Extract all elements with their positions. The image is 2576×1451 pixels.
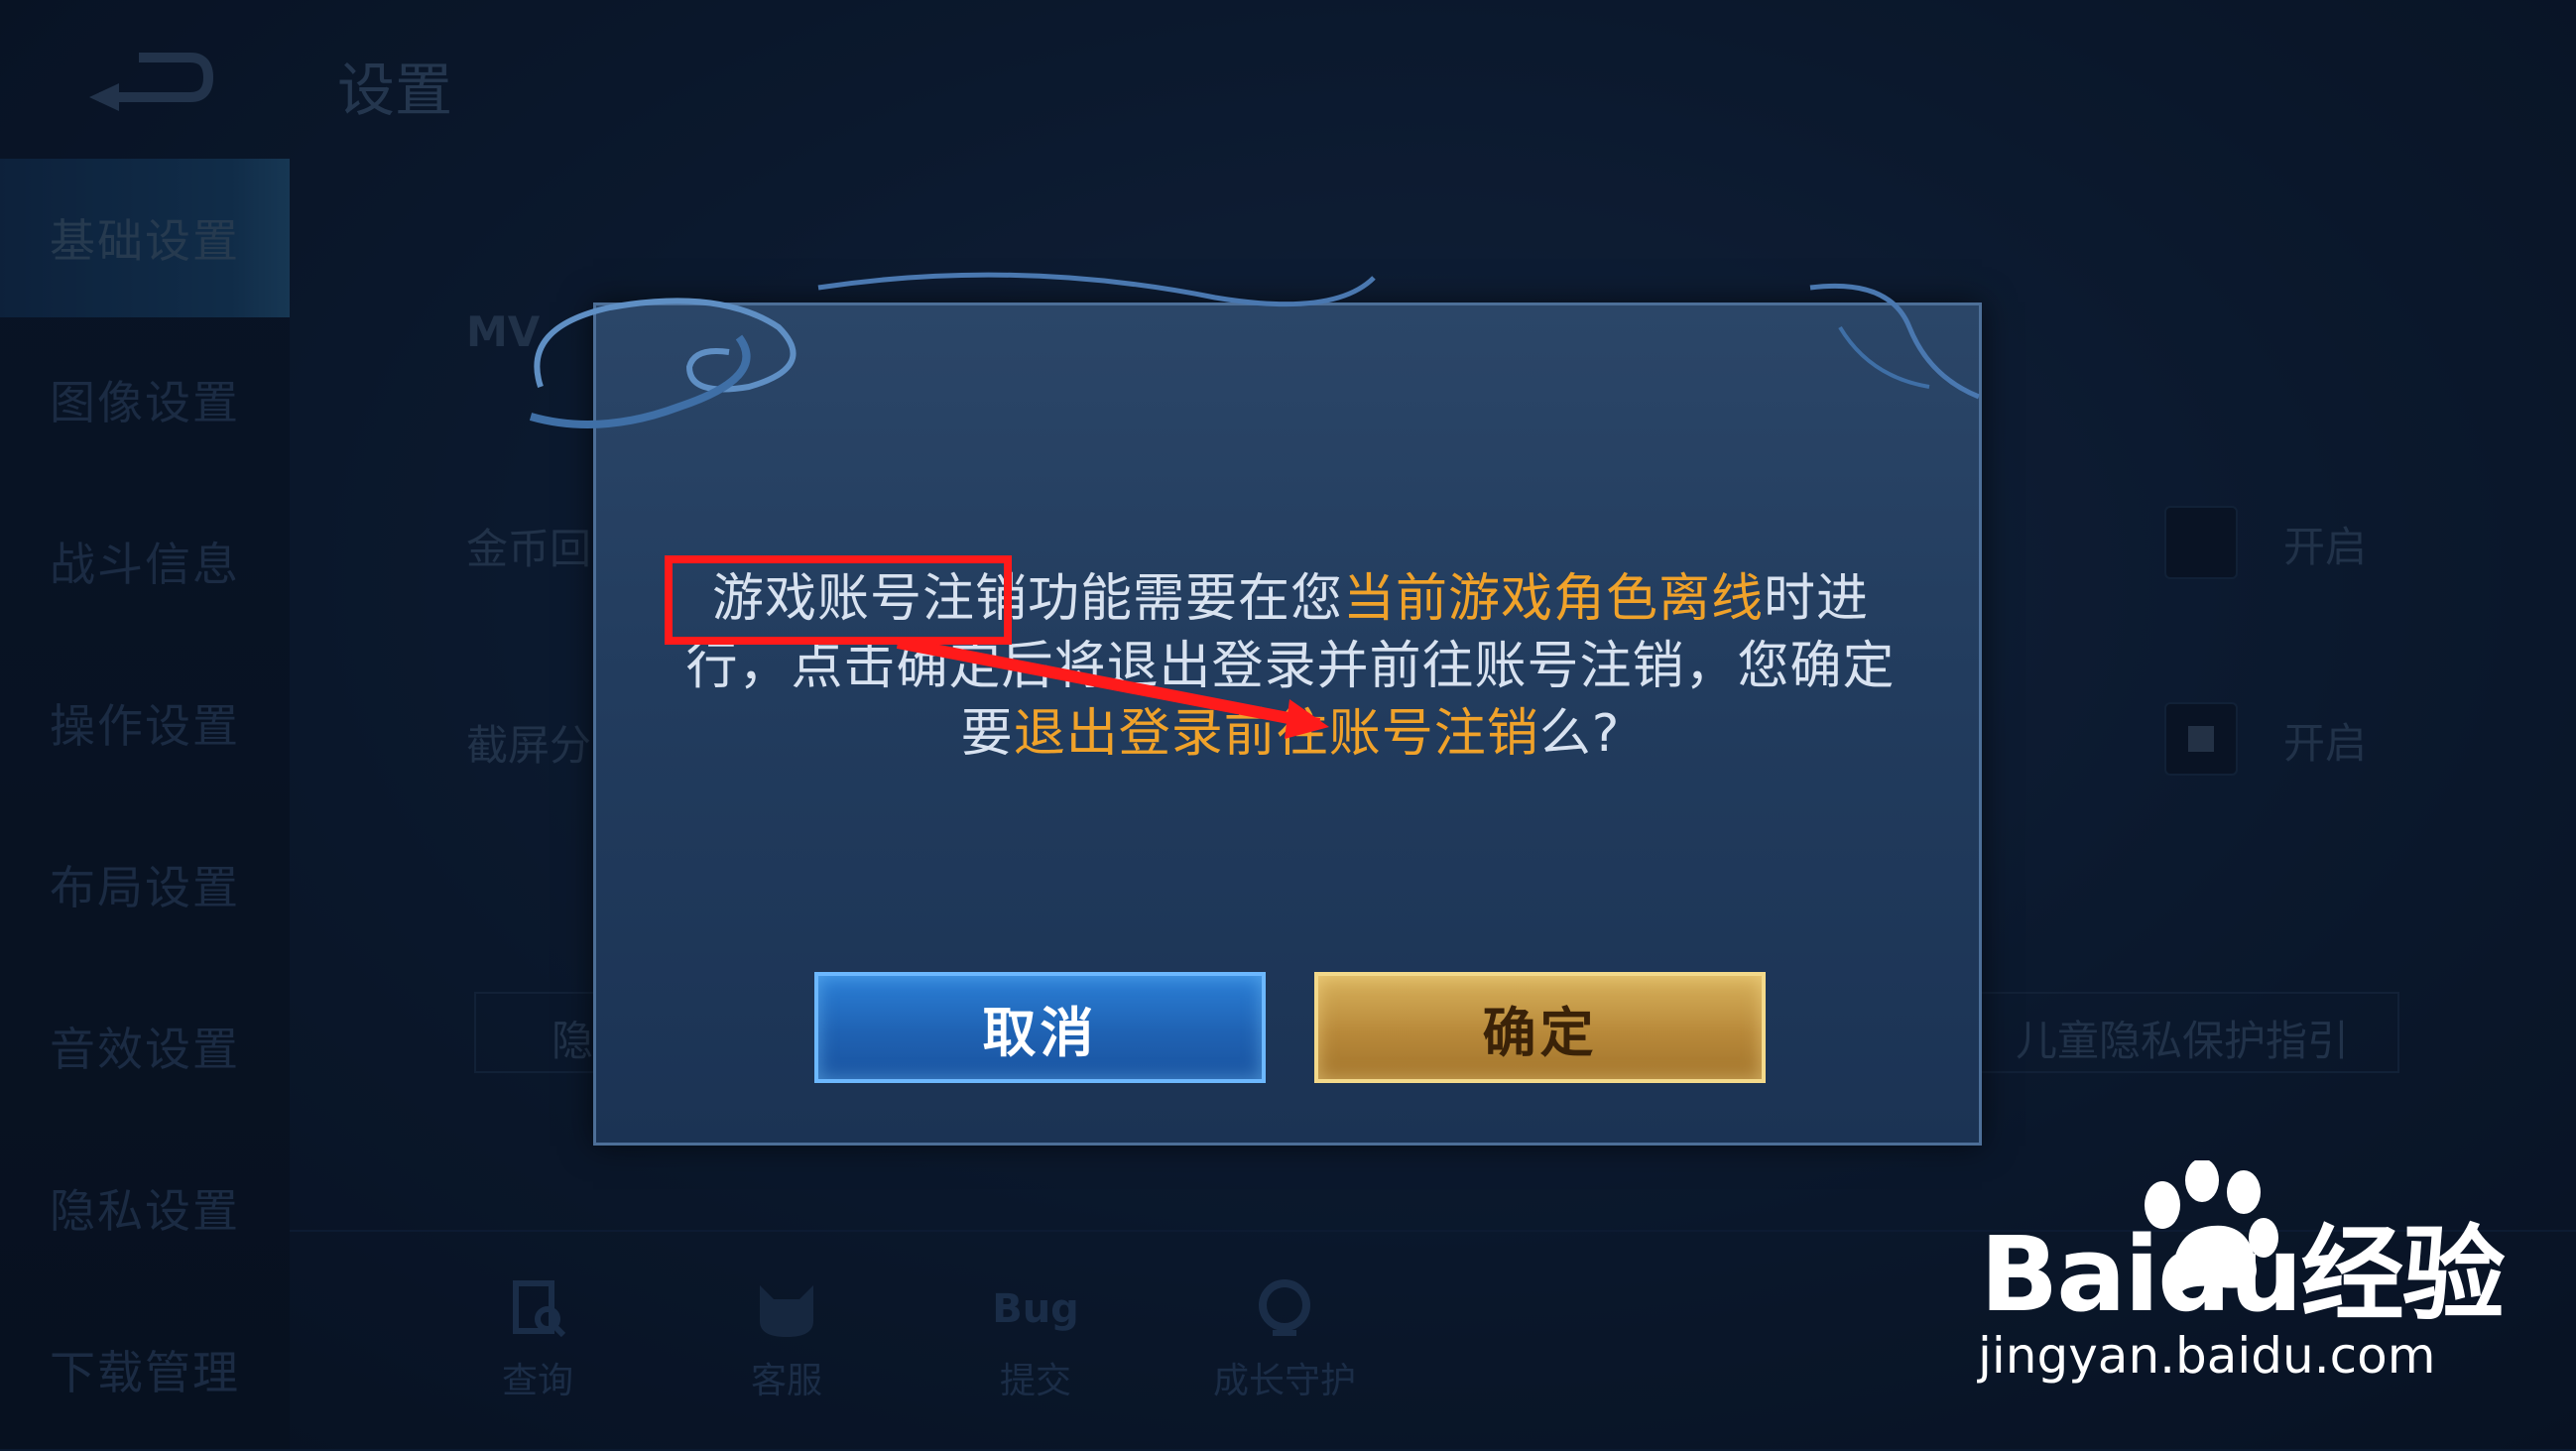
watermark-logo: Baidu经验 xyxy=(1980,1214,2506,1335)
confirm-button[interactable]: 确定 xyxy=(1314,972,1766,1083)
baidu-watermark: Baidu经验 jingyan.baidu.com xyxy=(1974,1160,2529,1408)
account-deletion-dialog: 游戏账号注销功能需要在您当前游戏角色离线时进行，点击确定后将退出登录并前往账号注… xyxy=(593,302,1982,1146)
annotation-highlight-box xyxy=(665,555,1012,645)
watermark-url: jingyan.baidu.com xyxy=(1978,1327,2436,1385)
cancel-button[interactable]: 取消 xyxy=(814,972,1266,1083)
settings-screen: 设置 基础设置 图像设置 战斗信息 操作设置 布局设置 音效设置 隐私设置 下载… xyxy=(0,0,2576,1449)
